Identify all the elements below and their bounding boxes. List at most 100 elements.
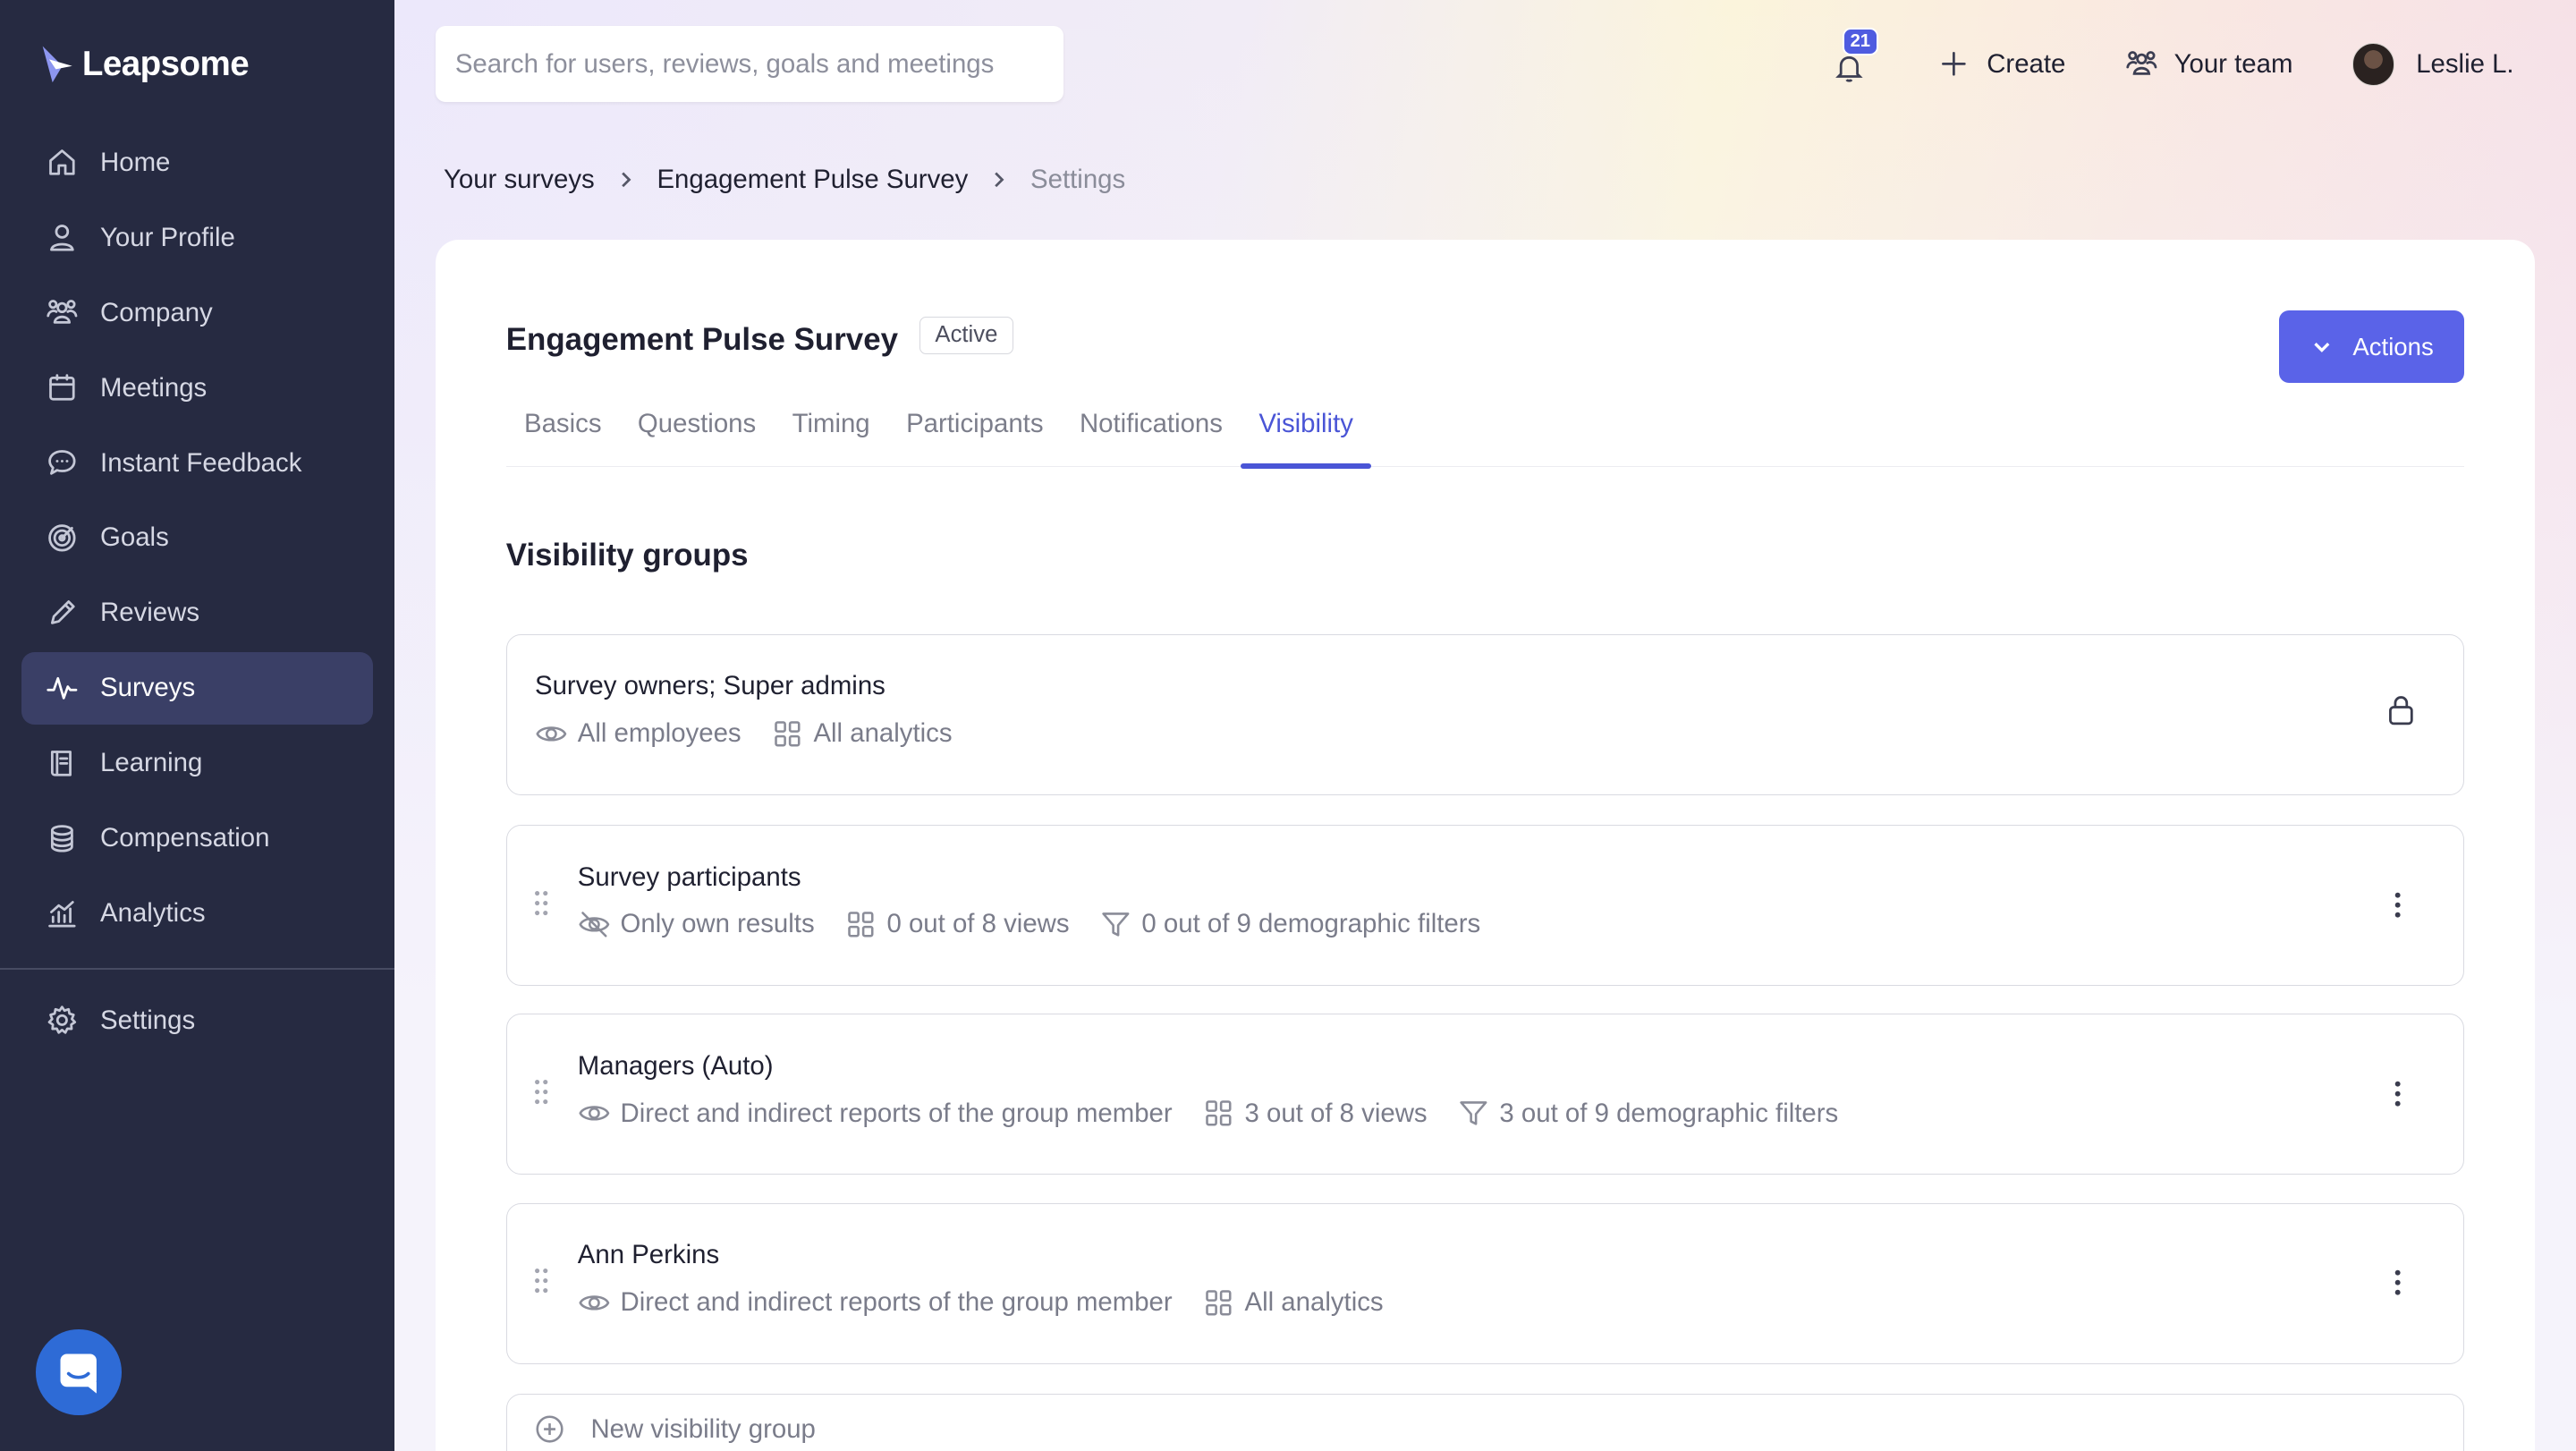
breadcrumb: Your surveys Engagement Pulse Survey Set…	[444, 165, 1125, 195]
user-name: Leslie L.	[2416, 48, 2514, 79]
sidebar-item-label: Your Profile	[100, 222, 235, 252]
filter-icon	[1459, 1101, 1487, 1125]
sidebar-item-reviews[interactable]: Reviews	[21, 577, 373, 649]
survey-settings-card: Engagement Pulse Survey Active Actions B…	[435, 240, 2536, 1451]
breadcrumb-your-surveys[interactable]: Your surveys	[444, 165, 595, 195]
notifications-button[interactable]: 21	[1833, 28, 1878, 84]
kebab-menu-icon	[2395, 1081, 2401, 1107]
sidebar-item-label: Analytics	[100, 898, 206, 929]
main-nav: Home Your Profile Company Meetings Insta…	[21, 126, 373, 952]
status-badge: Active	[919, 316, 1013, 354]
new-group-content: New visibility group	[535, 1414, 816, 1445]
leapsome-logo[interactable]: Leapsome	[39, 43, 250, 86]
create-button[interactable]: Create	[1937, 47, 2065, 81]
group-views: 3 out of 8 views	[1202, 1097, 1428, 1130]
grid-icon	[774, 721, 801, 747]
group-scope: Direct and indirect reports of the group…	[578, 1097, 1173, 1130]
sidebar-item-label: Surveys	[100, 673, 196, 703]
sidebar-item-label: Settings	[100, 1005, 196, 1035]
eye-icon	[536, 726, 567, 742]
visibility-group-ann-perkins[interactable]: Ann Perkins Direct and indirect reports …	[505, 1202, 2465, 1364]
sidebar-item-label: Compensation	[100, 823, 270, 853]
new-group-label: New visibility group	[590, 1413, 816, 1444]
visibility-group-managers[interactable]: Managers (Auto) Direct and indirect repo…	[505, 1014, 2465, 1175]
bell-icon	[1835, 55, 1863, 82]
sidebar-item-compensation[interactable]: Compensation	[21, 802, 373, 875]
tab-timing[interactable]: Timing	[774, 398, 887, 467]
chevron-right-icon	[614, 168, 638, 191]
group-scope: Only own results	[578, 908, 815, 941]
your-team-button[interactable]: Your team	[2125, 47, 2293, 81]
breadcrumb-survey[interactable]: Engagement Pulse Survey	[657, 165, 968, 195]
sidebar-item-analytics[interactable]: Analytics	[21, 878, 373, 950]
group-name: Survey owners; Super admins	[535, 671, 886, 701]
more-options-button[interactable]	[2382, 885, 2415, 924]
gear-icon	[48, 1006, 77, 1035]
grid-icon	[1205, 1289, 1232, 1316]
sidebar-item-surveys[interactable]: Surveys	[21, 651, 373, 725]
sidebar-item-meetings[interactable]: Meetings	[21, 352, 373, 424]
sidebar-item-company[interactable]: Company	[21, 276, 373, 349]
chevron-down-icon	[2313, 342, 2330, 352]
new-visibility-group-button[interactable]: New visibility group	[505, 1393, 2465, 1451]
drag-handle-icon[interactable]	[533, 1266, 549, 1295]
tab-participants[interactable]: Participants	[888, 398, 1062, 467]
breadcrumb-current: Settings	[1030, 164, 1126, 194]
avatar	[2351, 42, 2395, 86]
group-scope: All employees	[535, 717, 741, 751]
settings-nav: Settings	[21, 984, 373, 1059]
section-title: Visibility groups	[505, 537, 749, 573]
grid-icon	[1205, 1100, 1232, 1126]
group-meta: All employees All analytics	[535, 717, 982, 751]
more-options-button[interactable]	[2382, 1074, 2415, 1114]
plus-circle-icon	[536, 1415, 564, 1443]
home-icon	[49, 149, 76, 176]
tab-questions[interactable]: Questions	[620, 398, 775, 467]
kebab-menu-icon	[2395, 892, 2401, 918]
group-views-label: 3 out of 8 views	[1244, 1098, 1428, 1128]
sidebar-item-learning[interactable]: Learning	[21, 727, 373, 800]
sidebar-item-goals[interactable]: Goals	[21, 502, 373, 574]
create-label: Create	[1987, 48, 2066, 79]
more-options-button[interactable]	[2382, 1263, 2415, 1303]
group-views-label: 0 out of 8 views	[886, 909, 1070, 939]
sidebar-item-profile[interactable]: Your Profile	[21, 201, 373, 274]
sidebar-item-label: Goals	[100, 522, 169, 553]
book-icon	[51, 750, 72, 776]
eye-icon	[579, 1294, 610, 1311]
page-title: Engagement Pulse Survey	[505, 322, 899, 358]
user-menu[interactable]: Leslie L.	[2351, 42, 2514, 86]
group-filters-label: 0 out of 9 demographic filters	[1141, 909, 1481, 939]
eye-icon	[579, 1106, 610, 1121]
search-input[interactable]	[435, 26, 1063, 102]
group-scope-label: Only own results	[620, 909, 815, 939]
sidebar-item-instant-feedback[interactable]: Instant Feedback	[21, 427, 373, 499]
sidebar-item-home[interactable]: Home	[21, 126, 373, 199]
visibility-group-owners[interactable]: Survey owners; Super admins All employee…	[505, 634, 2465, 796]
group-name: Ann Perkins	[577, 1240, 720, 1270]
tab-basics[interactable]: Basics	[506, 398, 620, 467]
drag-handle-icon[interactable]	[533, 1077, 549, 1107]
sidebar-item-settings[interactable]: Settings	[21, 984, 373, 1056]
visibility-group-participants[interactable]: Survey participants Only own results 0 o…	[505, 825, 2465, 987]
actions-button[interactable]: Actions	[2278, 310, 2465, 383]
group-name: Managers (Auto)	[577, 1050, 774, 1081]
target-icon	[48, 524, 76, 552]
filter-icon	[1101, 912, 1130, 937]
group-scope-label: Direct and indirect reports of the group…	[620, 1286, 1173, 1317]
your-team-label: Your team	[2174, 48, 2293, 79]
support-chat-button[interactable]	[36, 1329, 122, 1415]
people-icon	[47, 300, 78, 325]
sidebar-item-label: Company	[100, 297, 213, 327]
tab-notifications[interactable]: Notifications	[1062, 398, 1241, 467]
grid-icon	[847, 912, 874, 938]
lock-icon	[2385, 692, 2418, 735]
kebab-menu-icon	[2395, 1269, 2401, 1295]
drag-handle-icon[interactable]	[533, 888, 549, 918]
tab-visibility[interactable]: Visibility	[1241, 398, 1373, 469]
user-icon	[50, 225, 75, 251]
sidebar-item-label: Home	[100, 147, 171, 177]
group-meta: Only own results 0 out of 8 views 0 out …	[578, 908, 1511, 941]
pencil-icon	[51, 600, 76, 624]
group-meta: Direct and indirect reports of the group…	[578, 1097, 1868, 1130]
